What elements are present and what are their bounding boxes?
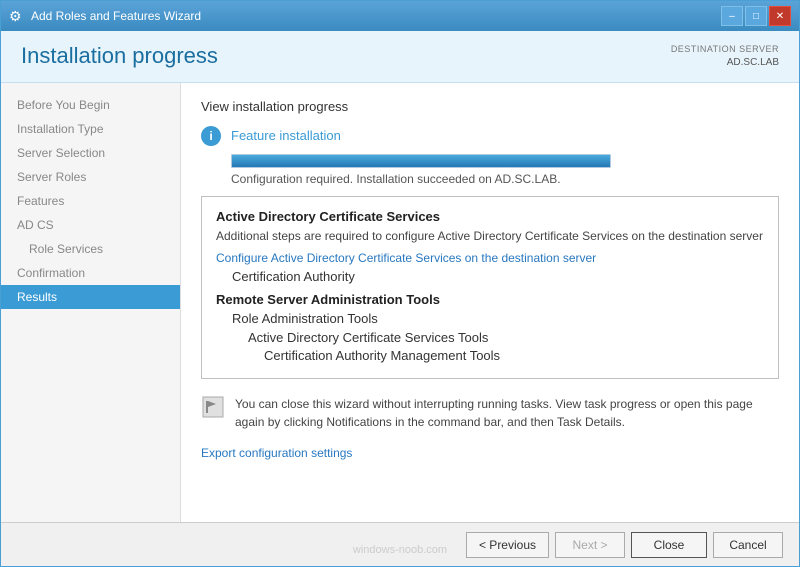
sidebar-item-installation-type[interactable]: Installation Type [1, 117, 180, 141]
destination-value: AD.SC.LAB [671, 56, 779, 70]
page-title: Installation progress [21, 43, 218, 69]
cancel-button[interactable]: Cancel [713, 532, 783, 558]
sidebar-item-results[interactable]: Results [1, 285, 180, 309]
feature-install-box: i Feature installation [201, 126, 779, 146]
window-icon: ⚙ [9, 8, 25, 24]
section1-sub: Certification Authority [216, 269, 764, 284]
title-bar-controls: – □ ✕ [721, 6, 791, 26]
minimize-button[interactable]: – [721, 6, 743, 26]
section2-sub3: Certification Authority Management Tools [216, 348, 764, 363]
sidebar-item-server-roles[interactable]: Server Roles [1, 165, 180, 189]
info-icon: i [201, 126, 221, 146]
title-bar: ⚙ Add Roles and Features Wizard – □ ✕ [1, 1, 799, 31]
notification-icon [201, 395, 225, 419]
title-bar-left: ⚙ Add Roles and Features Wizard [9, 8, 201, 24]
sidebar-item-features[interactable]: Features [1, 189, 180, 213]
close-button[interactable]: Close [631, 532, 707, 558]
section2-title: Remote Server Administration Tools [216, 292, 764, 307]
notification-text: You can close this wizard without interr… [235, 395, 779, 431]
close-window-button[interactable]: ✕ [769, 6, 791, 26]
section2-sub2: Active Directory Certificate Services To… [216, 330, 764, 345]
window-title: Add Roles and Features Wizard [31, 9, 201, 23]
export-link[interactable]: Export configuration settings [201, 446, 352, 460]
previous-button[interactable]: < Previous [466, 532, 549, 558]
section1-title: Active Directory Certificate Services [216, 209, 764, 224]
sidebar-item-role-services[interactable]: Role Services [1, 237, 180, 261]
content-area: View installation progress i Feature ins… [181, 83, 799, 522]
next-button[interactable]: Next > [555, 532, 625, 558]
main-content: Installation progress DESTINATION SERVER… [1, 31, 799, 522]
body-area: Before You Begin Installation Type Serve… [1, 83, 799, 522]
results-box: Active Directory Certificate Services Ad… [201, 196, 779, 380]
view-progress-label: View installation progress [201, 99, 779, 114]
section2-sub1: Role Administration Tools [216, 311, 764, 326]
progress-bar-fill [232, 155, 610, 167]
destination-label: DESTINATION SERVER [671, 43, 779, 56]
section1-link[interactable]: Configure Active Directory Certificate S… [216, 251, 596, 265]
config-status: Configuration required. Installation suc… [231, 172, 779, 186]
header-area: Installation progress DESTINATION SERVER… [1, 31, 799, 83]
sidebar-item-confirmation[interactable]: Confirmation [1, 261, 180, 285]
notification-box: You can close this wizard without interr… [201, 391, 779, 435]
sidebar-item-adcs[interactable]: AD CS [1, 213, 180, 237]
flag-icon [202, 396, 224, 418]
section1-desc: Additional steps are required to configu… [216, 228, 764, 245]
footer: < Previous Next > Close Cancel windows-n… [1, 522, 799, 566]
sidebar: Before You Begin Installation Type Serve… [1, 83, 181, 522]
feature-install-label: Feature installation [231, 128, 341, 143]
progress-bar-container [231, 154, 611, 168]
sidebar-item-before-you-begin[interactable]: Before You Begin [1, 93, 180, 117]
sidebar-item-server-selection[interactable]: Server Selection [1, 141, 180, 165]
section2: Remote Server Administration Tools Role … [216, 292, 764, 363]
maximize-button[interactable]: □ [745, 6, 767, 26]
destination-server: DESTINATION SERVER AD.SC.LAB [671, 43, 779, 70]
watermark: windows-noob.com [353, 544, 447, 556]
wizard-window: ⚙ Add Roles and Features Wizard – □ ✕ In… [0, 0, 800, 567]
